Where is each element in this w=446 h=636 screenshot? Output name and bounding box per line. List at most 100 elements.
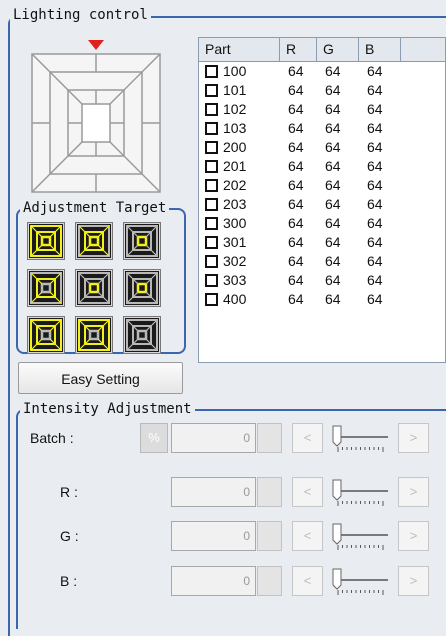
r-value-cell: 64: [288, 253, 304, 269]
part-label: 201: [223, 158, 247, 174]
part-checkbox[interactable]: [205, 274, 218, 287]
r-spin-button[interactable]: [257, 477, 282, 507]
part-checkbox[interactable]: [205, 84, 218, 97]
r-value-cell: 64: [288, 196, 304, 212]
part-checkbox[interactable]: [205, 122, 218, 135]
table-row[interactable]: 400 64 64 64: [199, 290, 445, 309]
g-slider[interactable]: [330, 519, 390, 553]
table-row[interactable]: 300 64 64 64: [199, 214, 445, 233]
target-button-middle-inner[interactable]: [75, 222, 113, 260]
r-value-cell: 64: [288, 291, 304, 307]
column-header-r[interactable]: R: [280, 38, 317, 61]
r-value-cell: 64: [288, 234, 304, 250]
part-checkbox[interactable]: [205, 103, 218, 116]
target-button-inner[interactable]: [123, 222, 161, 260]
b-decrease-button[interactable]: <: [292, 566, 323, 596]
part-label: 300: [223, 215, 247, 231]
part-cell: 201: [199, 157, 280, 176]
part-checkbox[interactable]: [205, 160, 218, 173]
target-button-left-side[interactable]: [27, 269, 65, 307]
r-value-field[interactable]: 0: [171, 477, 256, 507]
column-header-b[interactable]: B: [359, 38, 401, 61]
table-row[interactable]: 202 64 64 64: [199, 176, 445, 195]
r-slider[interactable]: [330, 475, 390, 509]
table-row[interactable]: 303 64 64 64: [199, 271, 445, 290]
part-checkbox[interactable]: [205, 141, 218, 154]
adjustment-target-grid: [27, 222, 161, 354]
b-value-cell: 64: [367, 234, 383, 250]
target-button-all-outer[interactable]: [27, 222, 65, 260]
table-row[interactable]: 203 64 64 64: [199, 195, 445, 214]
b-value-field[interactable]: 0: [171, 566, 256, 596]
slider-thumb: [332, 425, 342, 447]
target-right-ring-icon: [125, 271, 159, 305]
part-checkbox[interactable]: [205, 198, 218, 211]
g-spin-button[interactable]: [257, 521, 282, 551]
b-value-cell: 64: [367, 101, 383, 117]
table-row[interactable]: 301 64 64 64: [199, 233, 445, 252]
position-marker-icon: [88, 40, 104, 50]
r-value-cell: 64: [288, 139, 304, 155]
b-value-cell: 64: [367, 158, 383, 174]
table-row[interactable]: 103 64 64 64: [199, 119, 445, 138]
b-spin-button[interactable]: [257, 566, 282, 596]
r-value-cell: 64: [288, 63, 304, 79]
column-header-part[interactable]: Part: [199, 38, 280, 61]
part-checkbox[interactable]: [205, 293, 218, 306]
table-row[interactable]: 101 64 64 64: [199, 81, 445, 100]
table-row[interactable]: 302 64 64 64: [199, 252, 445, 271]
r-value-cell: 64: [288, 101, 304, 117]
target-middle-inner-icon: [77, 224, 111, 258]
part-checkbox[interactable]: [205, 255, 218, 268]
target-button-right-ring[interactable]: [123, 269, 161, 307]
g-value-field[interactable]: 0: [171, 521, 256, 551]
r-value-cell: 64: [288, 177, 304, 193]
r-increase-button[interactable]: >: [398, 477, 429, 507]
part-checkbox[interactable]: [205, 179, 218, 192]
b-increase-button[interactable]: >: [398, 566, 429, 596]
slider-thumb: [332, 523, 342, 545]
lighting-control-title: Lighting control: [10, 7, 151, 23]
target-center-icon: [77, 271, 111, 305]
part-label: 400: [223, 291, 247, 307]
batch-increase-button[interactable]: >: [398, 423, 429, 453]
batch-value-field[interactable]: 0: [171, 423, 256, 453]
table-row[interactable]: 201 64 64 64: [199, 157, 445, 176]
table-row[interactable]: 102 64 64 64: [199, 100, 445, 119]
b-value-cell: 64: [367, 253, 383, 269]
r-value-cell: 64: [288, 215, 304, 231]
part-cell: 303: [199, 271, 280, 290]
percent-button[interactable]: %: [140, 423, 168, 453]
intensity-row-g: G : 0 < >: [0, 519, 446, 553]
batch-slider[interactable]: [330, 421, 390, 455]
part-checkbox[interactable]: [205, 217, 218, 230]
column-header-g[interactable]: G: [317, 38, 359, 61]
part-checkbox[interactable]: [205, 236, 218, 249]
batch-decrease-button[interactable]: <: [292, 423, 323, 453]
target-bottom-right-icon: [125, 318, 159, 352]
target-button-center[interactable]: [75, 269, 113, 307]
g-value-cell: 64: [325, 120, 341, 136]
r-value-cell: 64: [288, 82, 304, 98]
g-decrease-button[interactable]: <: [292, 521, 323, 551]
b-slider[interactable]: [330, 564, 390, 598]
table-row[interactable]: 100 64 64 64: [199, 62, 445, 81]
target-all-outer-icon: [29, 224, 63, 258]
g-value-cell: 64: [325, 177, 341, 193]
lighting-diagram[interactable]: [30, 38, 162, 196]
batch-spin-button[interactable]: [257, 423, 282, 453]
g-value-cell: 64: [325, 234, 341, 250]
g-increase-button[interactable]: >: [398, 521, 429, 551]
part-cell: 300: [199, 214, 280, 233]
r-value-cell: 64: [288, 158, 304, 174]
easy-setting-button[interactable]: Easy Setting: [18, 362, 183, 394]
target-button-bottom-center[interactable]: [75, 316, 113, 354]
b-value-cell: 64: [367, 63, 383, 79]
table-row[interactable]: 200 64 64 64: [199, 138, 445, 157]
target-button-bottom-left[interactable]: [27, 316, 65, 354]
part-cell: 400: [199, 290, 280, 309]
r-decrease-button[interactable]: <: [292, 477, 323, 507]
target-button-bottom-right[interactable]: [123, 316, 161, 354]
part-checkbox[interactable]: [205, 65, 218, 78]
intensity-row-batch: Batch :% 0 < >: [0, 421, 446, 455]
